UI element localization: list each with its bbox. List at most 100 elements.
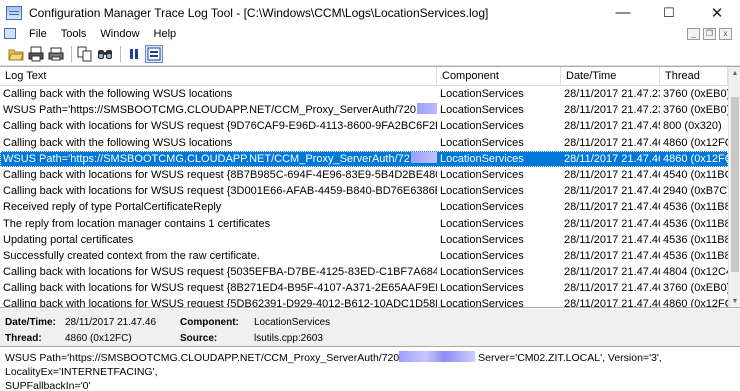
- message-pane[interactable]: WSUS Path='https://SMSBOOTCMG.CLOUDAPP.N…: [0, 348, 740, 391]
- log-text-cell: WSUS Path='https://SMSBOOTCMG.CLOUDAPP.N…: [0, 151, 437, 167]
- component-cell-text: LocationServices: [440, 185, 524, 198]
- scroll-up-icon[interactable]: ▲: [729, 67, 740, 79]
- copy-icon[interactable]: [76, 45, 94, 63]
- datetime-cell: 28/11/2017 21.47.46: [561, 264, 660, 280]
- component-cell-text: LocationServices: [440, 88, 524, 100]
- component-cell-text: LocationServices: [440, 266, 524, 279]
- component-cell-text: LocationServices: [440, 168, 524, 181]
- maximize-button[interactable]: ☐: [646, 0, 692, 25]
- log-text-cell-text: Calling back with locations for WSUS req…: [3, 282, 437, 295]
- log-list[interactable]: Log Text Component Date/Time Thread Call…: [0, 66, 740, 308]
- component-cell: LocationServices: [437, 183, 561, 199]
- window-title: Configuration Manager Trace Log Tool - […: [29, 5, 489, 20]
- log-text-cell-text: The reply from location manager contains…: [3, 217, 271, 230]
- column-header-log-text[interactable]: Log Text: [0, 67, 437, 86]
- thread-cell: 4804 (0x12C4): [660, 264, 728, 280]
- thread-cell-text: 4860 (0x12FC): [663, 136, 728, 149]
- datetime-cell-text: 28/11/2017 21.47.23: [564, 88, 660, 100]
- thread-cell: 2940 (0xB7C): [660, 183, 728, 199]
- component-cell-text: LocationServices: [440, 233, 524, 246]
- component-cell: LocationServices: [437, 102, 561, 118]
- component-cell-text: LocationServices: [440, 104, 524, 117]
- log-row[interactable]: Calling back with locations for WSUS req…: [0, 280, 728, 296]
- scroll-down-icon[interactable]: ▼: [729, 295, 740, 307]
- thread-cell: 3760 (0xEB0): [660, 102, 728, 118]
- component-cell: LocationServices: [437, 151, 561, 167]
- datetime-cell-text: 28/11/2017 21.47.46: [564, 217, 660, 230]
- thread-cell-text: 4804 (0x12C4): [663, 266, 728, 279]
- minimize-button[interactable]: —: [600, 0, 646, 25]
- log-row[interactable]: Calling back with locations for WSUS req…: [0, 264, 728, 280]
- redaction-mark: [417, 103, 437, 115]
- log-text-cell-text: WSUS Path='https://SMSBOOTCMG.CLOUDAPP.N…: [3, 152, 410, 165]
- column-header-component[interactable]: Component: [437, 67, 561, 86]
- log-row[interactable]: WSUS Path='https://SMSBOOTCMG.CLOUDAPP.N…: [0, 150, 728, 167]
- component-cell: LocationServices: [437, 296, 561, 307]
- column-header-thread[interactable]: Thread: [660, 67, 728, 86]
- log-row[interactable]: Calling back with locations for WSUS req…: [0, 118, 728, 134]
- log-row[interactable]: Calling back with locations for WSUS req…: [0, 167, 728, 183]
- component-label: Component:: [180, 317, 239, 328]
- source-label: Source:: [180, 333, 218, 344]
- message-text-line2: SUPFallbackIn='0': [5, 380, 91, 391]
- message-text-prefix: WSUS Path='https://SMSBOOTCMG.CLOUDAPP.N…: [5, 352, 400, 364]
- datetime-cell-text: 28/11/2017 21.47.46: [564, 168, 660, 181]
- log-text-cell-text: Calling back with the following WSUS loc…: [3, 136, 233, 149]
- mdi-controls: _ ❐ x: [687, 25, 732, 42]
- print-icon[interactable]: [47, 45, 65, 63]
- log-row[interactable]: Successfully created context from the ra…: [0, 248, 728, 264]
- log-row[interactable]: WSUS Path='https://SMSBOOTCMG.CLOUDAPP.N…: [0, 102, 728, 118]
- open-icon[interactable]: [7, 45, 25, 63]
- thread-label: Thread:: [5, 333, 42, 344]
- thread-cell-text: 4536 (0x11B8): [663, 233, 728, 246]
- log-text-cell: Calling back with the following WSUS loc…: [0, 86, 437, 102]
- menu-help[interactable]: Help: [147, 28, 184, 40]
- menu-tools[interactable]: Tools: [54, 28, 94, 40]
- app-icon: [6, 5, 22, 20]
- log-text-cell-text: Calling back with locations for WSUS req…: [3, 185, 437, 198]
- menu-file[interactable]: File: [22, 28, 54, 40]
- column-header-datetime[interactable]: Date/Time: [561, 67, 660, 86]
- component-cell: LocationServices: [437, 216, 561, 232]
- log-text-cell: Calling back with locations for WSUS req…: [0, 167, 437, 183]
- menu-window[interactable]: Window: [93, 28, 146, 40]
- component-cell: LocationServices: [437, 86, 561, 102]
- thread-cell: 3760 (0xEB0): [660, 86, 728, 102]
- close-button[interactable]: ✕: [694, 0, 740, 25]
- toolbar: [0, 42, 740, 66]
- datetime-cell-text: 28/11/2017 21.47.46: [564, 136, 660, 149]
- datetime-value: 28/11/2017 21.47.46: [65, 317, 157, 328]
- datetime-cell-text: 28/11/2017 21.47.46: [564, 152, 660, 165]
- component-cell-text: LocationServices: [440, 152, 524, 165]
- thread-cell-text: 3760 (0xEB0): [663, 104, 728, 117]
- log-text-cell: Calling back with locations for WSUS req…: [0, 280, 437, 296]
- mdi-close-button[interactable]: x: [719, 27, 732, 40]
- log-row[interactable]: Calling back with the following WSUS loc…: [0, 86, 728, 102]
- pause-icon[interactable]: [125, 45, 143, 63]
- document-icon[interactable]: [4, 28, 16, 39]
- log-row[interactable]: Calling back with the following WSUS loc…: [0, 135, 728, 151]
- component-cell: LocationServices: [437, 232, 561, 248]
- source-value: lsutils.cpp:2603: [254, 333, 323, 344]
- details-pane: Date/Time: 28/11/2017 21.47.46 Component…: [0, 309, 740, 347]
- log-row[interactable]: Updating portal certificates LocationServ…: [0, 232, 728, 248]
- datetime-cell: 28/11/2017 21.47.46: [561, 183, 660, 199]
- print-preview-icon[interactable]: [27, 45, 45, 63]
- mdi-restore-button[interactable]: ❐: [703, 27, 716, 40]
- log-row[interactable]: Received reply of type PortalCertificate…: [0, 199, 728, 215]
- thread-cell-text: 2940 (0xB7C): [663, 185, 728, 198]
- vertical-scrollbar[interactable]: ▲ ▼: [728, 67, 740, 307]
- find-icon[interactable]: [96, 45, 114, 63]
- log-row[interactable]: Calling back with locations for WSUS req…: [0, 296, 728, 308]
- scrollbar-thumb[interactable]: [731, 97, 739, 272]
- log-row[interactable]: Calling back with locations for WSUS req…: [0, 183, 728, 199]
- component-cell-text: LocationServices: [440, 217, 524, 230]
- mdi-minimize-button[interactable]: _: [687, 27, 700, 40]
- log-text-cell-text: Updating portal certificates: [3, 233, 134, 246]
- component-value: LocationServices: [254, 317, 331, 328]
- datetime-cell: 28/11/2017 21.47.23: [561, 86, 660, 102]
- log-text-cell: WSUS Path='https://SMSBOOTCMG.CLOUDAPP.N…: [0, 102, 437, 118]
- highlight-icon[interactable]: [145, 44, 163, 63]
- thread-cell-text: 4860 (0x12FC): [663, 298, 728, 308]
- log-row[interactable]: The reply from location manager contains…: [0, 216, 728, 232]
